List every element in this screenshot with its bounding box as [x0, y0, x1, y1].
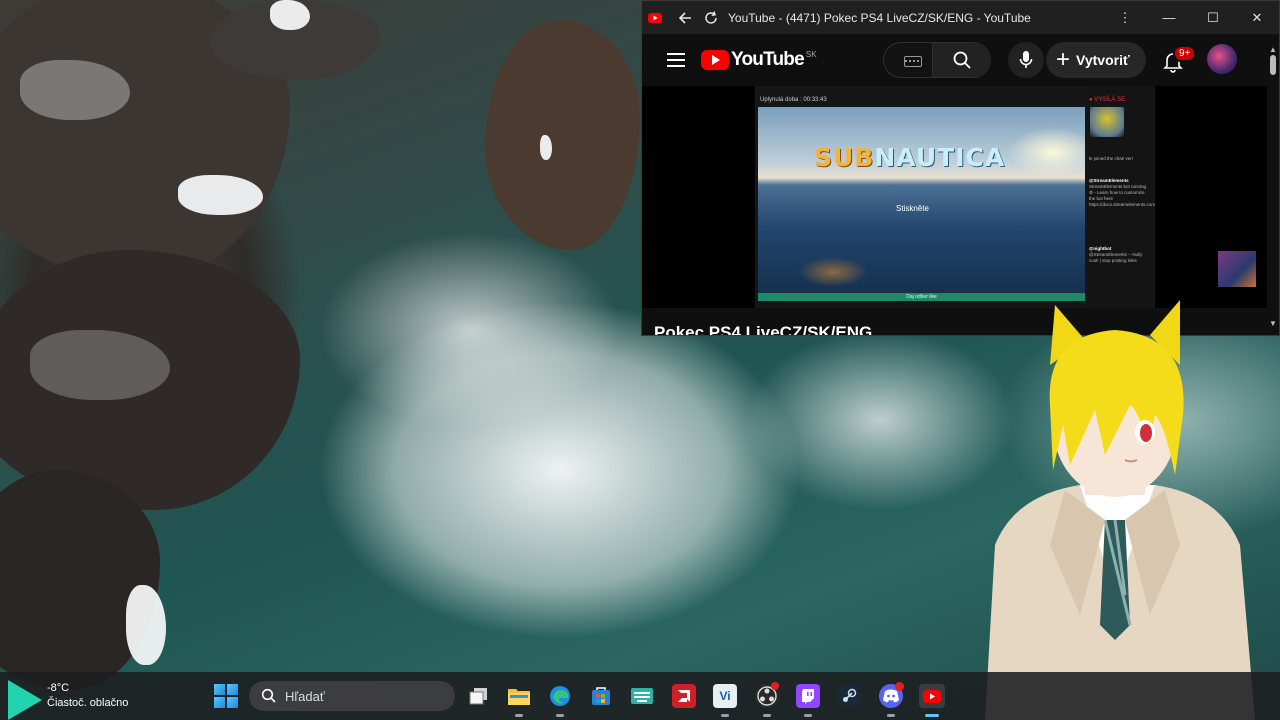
- vegas-app-icon[interactable]: Vi: [713, 684, 737, 708]
- start-button[interactable]: [214, 684, 238, 708]
- stream-frame: Uplynulá doba : 00:33:43 SUBNAUTICA Stis…: [755, 86, 1155, 308]
- game-title-part2: NAUTICA: [874, 143, 1006, 172]
- taskbar-search-placeholder: Hľadať: [285, 688, 325, 704]
- account-avatar[interactable]: [1207, 44, 1237, 74]
- file-explorer-icon[interactable]: [507, 684, 531, 708]
- chat-message: @StreamElements StreamElements bot runni…: [1089, 178, 1156, 208]
- back-arrow-icon[interactable]: [674, 1, 696, 34]
- chat-text: @StreamElements -- Nolly cool! | stop po…: [1089, 252, 1143, 264]
- edge-browser-icon[interactable]: [548, 684, 572, 708]
- running-indicator: [763, 714, 771, 717]
- chat-joined: le joined the chat! ver!: [1089, 156, 1151, 162]
- running-indicator: [515, 714, 523, 717]
- search-button[interactable]: [932, 43, 991, 77]
- minimize-button[interactable]: —: [1147, 1, 1191, 34]
- keyboard-icon[interactable]: [904, 56, 922, 67]
- search-icon: [953, 51, 971, 69]
- wallpaper-snow: [178, 175, 263, 215]
- temperature: -8°C: [47, 682, 70, 694]
- youtube-play-icon: [701, 50, 729, 70]
- scroll-up-icon[interactable]: ▲: [1269, 45, 1277, 54]
- discord-notification-dot: [895, 682, 904, 691]
- region-code: SK: [805, 49, 817, 59]
- chat-joined-text: le joined the chat! ver!: [1089, 156, 1134, 161]
- elapsed-time: Uplynulá doba : 00:33:43: [760, 97, 827, 103]
- chat-message: @nightbot @StreamElements -- Nolly cool!…: [1089, 246, 1151, 264]
- task-view-icon[interactable]: [467, 684, 491, 708]
- windows-logo-icon: [214, 697, 225, 708]
- on-screen-keyboard-icon[interactable]: [630, 684, 654, 708]
- active-indicator: [925, 714, 939, 717]
- stream-chat-overlay: ● VYSÍLÁ SE le joined the chat! ver! @St…: [1087, 86, 1156, 308]
- maximize-button[interactable]: ☐: [1191, 1, 1235, 34]
- youtube-logo[interactable]: YouTube SK: [701, 49, 817, 71]
- running-indicator: [556, 714, 564, 717]
- page-scrollbar[interactable]: ▲ ▼: [1269, 45, 1277, 328]
- youtube-taskbar-icon[interactable]: [919, 684, 945, 708]
- weather-condition: Čiastoč. oblačno: [47, 697, 129, 709]
- video-title: Pokec PS4 LiveCZ/SK/ENG: [654, 323, 873, 336]
- wallpaper-snow: [270, 0, 310, 30]
- wallpaper-rock: [485, 20, 640, 250]
- windows-logo-icon: [227, 697, 238, 708]
- youtube-app-icon: [644, 1, 666, 34]
- steam-icon[interactable]: [837, 684, 861, 708]
- windows-logo-icon: [227, 684, 238, 695]
- game-view: SUBNAUTICA Stiskněte: [758, 107, 1085, 293]
- windows-logo-icon: [214, 684, 225, 695]
- weather-widget[interactable]: -8°C Čiastoč. oblačno: [0, 672, 140, 720]
- game-title: SUBNAUTICA: [814, 143, 1005, 172]
- weather-icon: [8, 680, 42, 720]
- taskbar: -8°C Čiastoč. oblačno Hľadať Vi: [0, 672, 1280, 720]
- menu-dots-icon[interactable]: ⋮: [1103, 1, 1147, 34]
- corner-artwork: [1218, 251, 1256, 287]
- window-titlebar[interactable]: YouTube - (4471) Pokec PS4 LiveCZ/SK/ENG…: [642, 1, 1279, 34]
- hamburger-menu-icon[interactable]: [667, 49, 685, 71]
- game-title-part1: SUB: [814, 143, 875, 172]
- chat-text: StreamElements bot running ⚙ - Learn how…: [1089, 184, 1156, 208]
- scrollbar-thumb[interactable]: [1270, 55, 1276, 75]
- wallpaper-snow: [540, 135, 552, 160]
- reef-shape: [798, 257, 868, 287]
- wallpaper-snow: [126, 585, 166, 665]
- game-prompt: Stiskněte: [896, 204, 929, 213]
- sun-glow: [1008, 127, 1085, 177]
- create-label: Vytvoriť: [1076, 52, 1130, 68]
- twitch-app-icon[interactable]: [796, 684, 820, 708]
- youtube-header: YouTube SK + Vytvoriť 9+: [642, 34, 1279, 86]
- create-button[interactable]: + Vytvoriť: [1046, 42, 1146, 78]
- amd-software-icon[interactable]: [672, 684, 696, 708]
- obs-notification-dot: [771, 682, 779, 690]
- notification-badge: 9+: [1173, 45, 1197, 62]
- voice-search-button[interactable]: [1008, 42, 1044, 78]
- running-indicator: [721, 714, 729, 717]
- search-icon: [261, 688, 276, 703]
- close-button[interactable]: ✕: [1235, 1, 1279, 34]
- search-bar[interactable]: [883, 42, 991, 78]
- window-title: YouTube - (4471) Pokec PS4 LiveCZ/SK/ENG…: [728, 10, 1031, 25]
- live-label: ● VYSÍLÁ SE: [1089, 97, 1125, 103]
- chat-avatar: [1090, 107, 1124, 137]
- video-player[interactable]: Uplynulá doba : 00:33:43 SUBNAUTICA Stis…: [642, 86, 1267, 308]
- taskbar-search[interactable]: Hľadať: [249, 681, 455, 711]
- youtube-window[interactable]: YouTube - (4471) Pokec PS4 LiveCZ/SK/ENG…: [641, 0, 1280, 336]
- running-indicator: [804, 714, 812, 717]
- microsoft-store-icon[interactable]: [589, 684, 613, 708]
- plus-icon: +: [1056, 46, 1071, 73]
- youtube-logo-text: YouTube: [731, 49, 805, 70]
- microphone-icon: [1019, 51, 1033, 68]
- reload-icon[interactable]: [700, 1, 722, 34]
- running-indicator: [887, 714, 895, 717]
- vtuber-avatar: [985, 300, 1255, 720]
